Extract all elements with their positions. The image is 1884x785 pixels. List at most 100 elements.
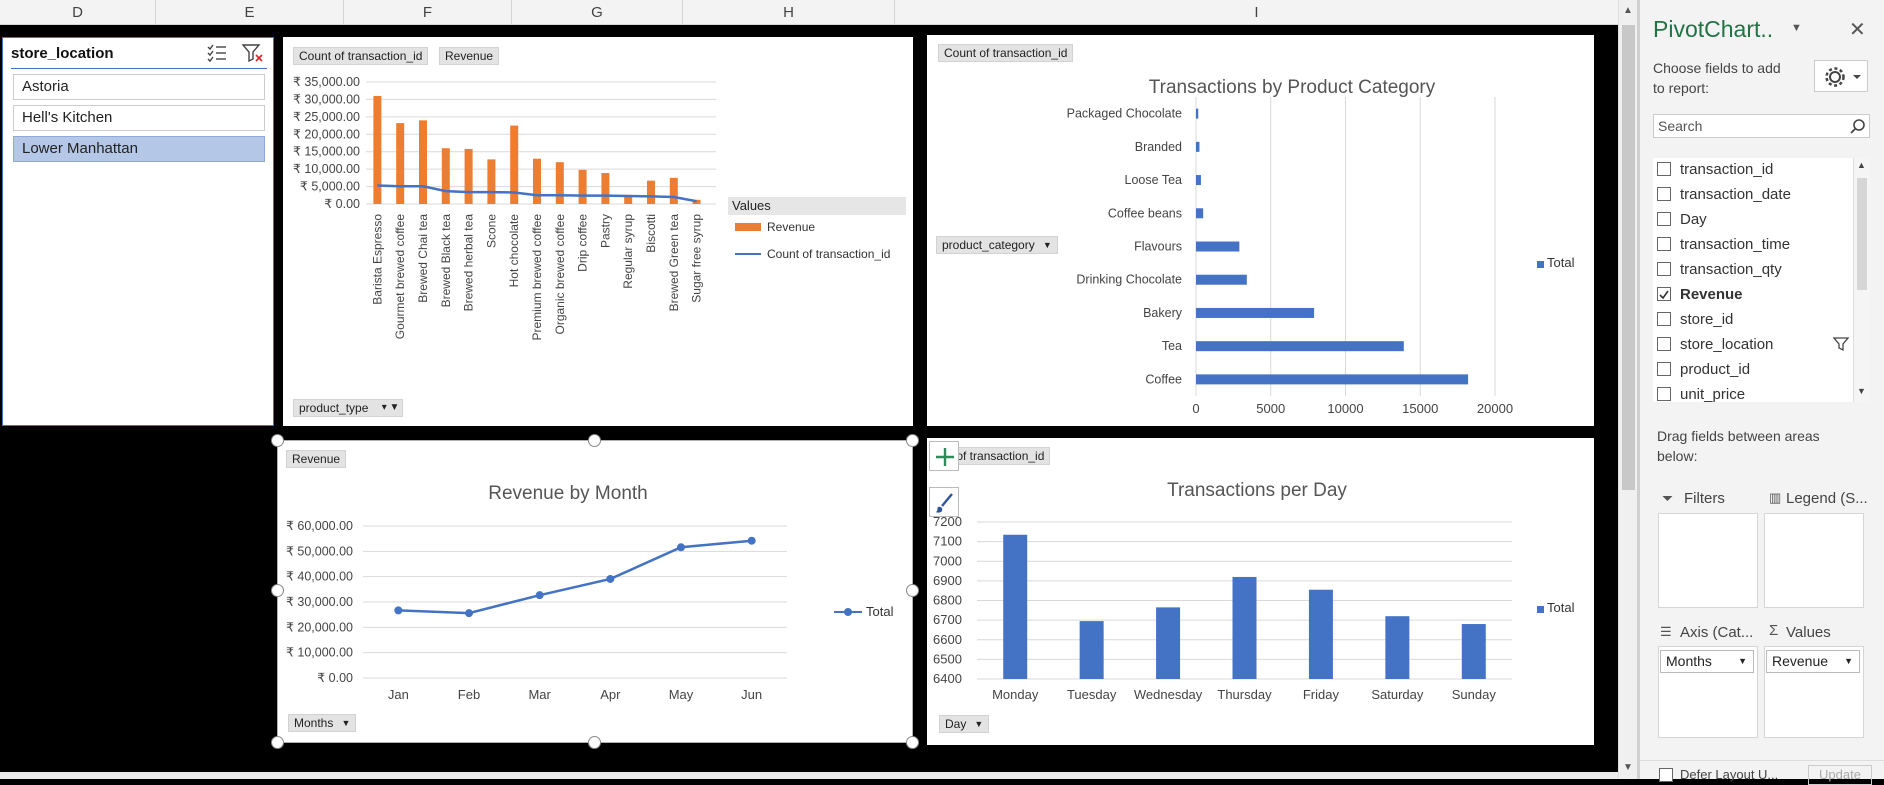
y-tick-label: 7100 — [933, 534, 962, 549]
resize-handle-r[interactable] — [906, 584, 919, 597]
months-axis-field-pill[interactable]: Months▼ — [1660, 650, 1754, 673]
scroll-down-icon[interactable]: ▼ — [1623, 762, 1633, 773]
field-label-transaction-id[interactable]: transaction_id — [1680, 161, 1773, 178]
column-header-d[interactable]: D — [0, 0, 156, 25]
field-scroll-thumb[interactable] — [1857, 178, 1867, 290]
tools-button[interactable] — [1814, 60, 1868, 92]
y-tick-label: 6600 — [933, 632, 962, 647]
x-tick-label-tuesday: Tuesday — [1067, 687, 1117, 702]
resize-handle-tl[interactable] — [271, 434, 284, 447]
field-label-transaction-time[interactable]: transaction_time — [1680, 236, 1790, 253]
resize-handle-tr[interactable] — [906, 434, 919, 447]
values-area-label: Values — [1786, 624, 1831, 641]
field-label-day[interactable]: Day — [1680, 211, 1707, 228]
x-tick-label-pastry: Pastry — [598, 214, 612, 248]
y-tick-label: ₹ 0.00 — [324, 197, 360, 211]
field-label-store-id[interactable]: store_id — [1680, 311, 1733, 328]
field-label-store-location[interactable]: store_location — [1680, 336, 1773, 353]
field-list-scrollbar[interactable]: ▲ ▼ — [1853, 158, 1870, 402]
x-tick-label: 20000 — [1477, 401, 1513, 416]
y-tick-label-coffee: Coffee — [1145, 372, 1182, 386]
y-tick-label: 6400 — [933, 671, 962, 686]
pane-footer-divider — [1640, 760, 1884, 761]
day-bar-saturday — [1385, 616, 1409, 679]
chart-elements-button[interactable] — [929, 441, 959, 471]
x-tick-label-wednesday: Wednesday — [1134, 687, 1203, 702]
x-tick-label-regular-syrup: Regular syrup — [621, 214, 635, 289]
column-header-h[interactable]: H — [683, 0, 895, 25]
resize-handle-t[interactable] — [588, 434, 601, 447]
field-checkbox-store-id[interactable] — [1657, 312, 1671, 326]
x-tick-label-apr: Apr — [600, 687, 621, 702]
column-header-e[interactable]: E — [156, 0, 344, 25]
field-checkbox-revenue[interactable] — [1657, 287, 1671, 301]
y-tick-label: ₹ 40,000.00 — [286, 570, 353, 584]
month-legend-label: Total — [866, 604, 893, 619]
month-point-apr — [606, 575, 614, 583]
x-tick-label-organic-brewed-coffee: Organic brewed coffee — [553, 214, 567, 335]
update-button[interactable]: Update — [1808, 765, 1872, 785]
legend-drop-area[interactable] — [1764, 513, 1864, 608]
field-checkbox-transaction-time[interactable] — [1657, 237, 1671, 251]
product-category-chart[interactable]: Count of transaction_id Transactions by … — [927, 35, 1594, 426]
scroll-up-icon[interactable]: ▲ — [1623, 5, 1633, 16]
close-pane-icon[interactable]: ✕ — [1849, 17, 1866, 42]
legend-columns-icon: ▥ — [1769, 490, 1781, 506]
x-tick-label-thursday: Thursday — [1217, 687, 1272, 702]
x-tick-label-feb: Feb — [458, 687, 480, 702]
resize-handle-br[interactable] — [906, 736, 919, 749]
plus-icon — [930, 442, 960, 472]
field-filter-icon[interactable] — [1833, 336, 1849, 352]
resize-handle-l[interactable] — [271, 584, 284, 597]
pane-options-chevron-icon[interactable]: ▼ — [1791, 22, 1802, 34]
field-checkbox-store-location[interactable] — [1657, 337, 1671, 351]
column-header-f[interactable]: F — [344, 0, 512, 25]
column-header-g[interactable]: G — [512, 0, 683, 25]
field-checkbox-transaction-qty[interactable] — [1657, 262, 1671, 276]
field-checkbox-unit-price[interactable] — [1657, 387, 1671, 401]
field-label-revenue[interactable]: Revenue — [1680, 286, 1743, 303]
filters-drop-area[interactable] — [1658, 513, 1758, 608]
field-checkbox-product-id[interactable] — [1657, 362, 1671, 376]
y-tick-label: ₹ 0.00 — [317, 671, 353, 685]
revenue-values-field-pill[interactable]: Revenue▼ — [1766, 650, 1860, 673]
multi-select-icon[interactable] — [206, 43, 228, 63]
category-bar-tea — [1196, 341, 1404, 351]
column-header-i[interactable]: I — [895, 0, 1618, 25]
transactions-per-day-chart[interactable]: nt of transaction_id Transactions per Da… — [927, 438, 1594, 745]
field-checkbox-transaction-id[interactable] — [1657, 162, 1671, 176]
slicer-item-lower-manhattan[interactable]: Lower Manhattan — [13, 136, 265, 162]
scroll-thumb[interactable] — [1622, 25, 1635, 490]
revenue-bar-brewed-green-tea — [670, 178, 678, 204]
search-icon[interactable] — [1849, 118, 1866, 135]
sigma-icon: Σ — [1769, 622, 1778, 639]
defer-layout-checkbox[interactable] — [1659, 768, 1673, 782]
field-search-box[interactable]: Search — [1653, 114, 1870, 138]
legend-values-header[interactable]: Values — [728, 197, 906, 215]
field-checkbox-transaction-date[interactable] — [1657, 187, 1671, 201]
product-type-chart[interactable]: Count of transaction_id Revenue product_… — [283, 37, 913, 426]
field-label-transaction-date[interactable]: transaction_date — [1680, 186, 1791, 203]
month-point-feb — [465, 609, 473, 617]
y-tick-label: ₹ 50,000.00 — [286, 544, 353, 558]
y-tick-label-bakery: Bakery — [1143, 306, 1183, 320]
field-scroll-down-icon[interactable]: ▼ — [1857, 386, 1866, 396]
y-tick-label: ₹ 15,000.00 — [293, 145, 360, 159]
field-label-unit-price[interactable]: unit_price — [1680, 386, 1745, 403]
field-label-transaction-qty[interactable]: transaction_qty — [1680, 261, 1782, 278]
slicer-item-astoria[interactable]: Astoria — [13, 74, 265, 100]
chart-styles-button[interactable] — [929, 487, 959, 517]
revenue-bar-premium-brewed-coffee — [533, 159, 541, 204]
field-scroll-up-icon[interactable]: ▲ — [1857, 160, 1866, 170]
column-header-bar: D E F G H I — [0, 0, 1618, 25]
category-bar-loose-tea — [1196, 175, 1201, 185]
resize-handle-bl[interactable] — [271, 736, 284, 749]
field-checkbox-day[interactable] — [1657, 212, 1671, 226]
clear-filter-icon[interactable] — [241, 43, 265, 63]
resize-handle-b[interactable] — [588, 736, 601, 749]
drag-text-2: below: — [1657, 448, 1697, 464]
field-label-product-id[interactable]: product_id — [1680, 361, 1750, 378]
slicer-item-hells-kitchen[interactable]: Hell's Kitchen — [13, 105, 265, 131]
vertical-scrollbar[interactable]: ▲ ▼ — [1618, 0, 1637, 779]
revenue-by-month-chart[interactable]: Revenue Revenue by Month Months▼ ₹ 60,00… — [277, 440, 913, 743]
